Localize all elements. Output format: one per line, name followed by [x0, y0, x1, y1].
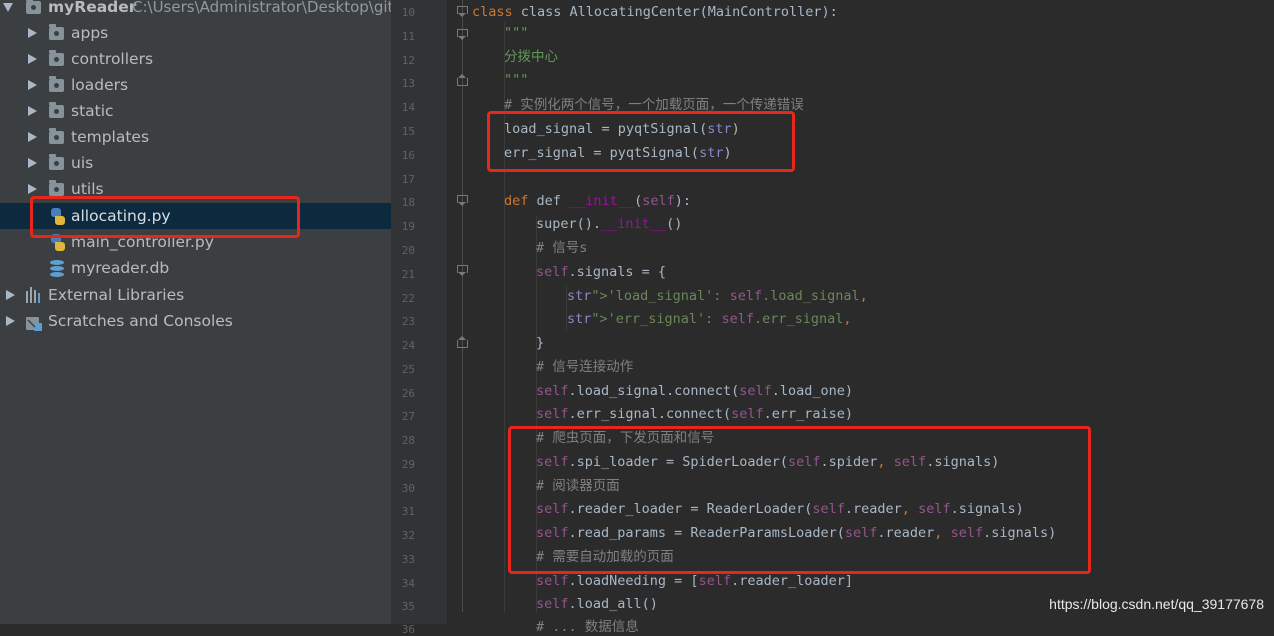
fold-icon[interactable]: [456, 194, 468, 206]
code-line: self.load_signal.connect(self.load_one): [536, 383, 853, 399]
line-number: 11: [401, 30, 415, 43]
line-number: 18: [401, 196, 415, 209]
line-number: 23: [401, 315, 415, 328]
line-number: 14: [401, 101, 415, 114]
tree-item-static[interactable]: static: [0, 98, 391, 124]
tree-item-label: myreader.db: [71, 259, 170, 277]
highlight-box-file: [30, 196, 300, 238]
line-number: 21: [401, 268, 415, 281]
watermark: https://blog.csdn.net/qq_39177678: [1049, 596, 1264, 612]
code-line: super().__init__(): [536, 216, 683, 232]
tree-item-templates[interactable]: templates: [0, 124, 391, 150]
tree-item-label: uis: [71, 154, 94, 172]
chevron-right-icon[interactable]: [4, 282, 16, 308]
fold-icon[interactable]: [456, 28, 468, 40]
folder-icon: [49, 102, 64, 118]
line-number: 34: [401, 577, 415, 590]
fold-end-icon[interactable]: [456, 74, 468, 86]
code-line: # ... 数据信息: [536, 619, 639, 635]
chevron-right-icon[interactable]: [26, 150, 38, 176]
folder-icon: [49, 154, 64, 170]
tree-item-myreader-db[interactable]: myreader.db: [0, 255, 391, 281]
line-number: 27: [401, 410, 415, 423]
fold-icon[interactable]: [456, 264, 468, 276]
line-number: 24: [401, 339, 415, 352]
tree-item-label: Scratches and Consoles: [48, 312, 233, 330]
code-line: """: [504, 25, 529, 41]
highlight-box-signals: [487, 111, 795, 172]
line-number: 22: [401, 292, 415, 305]
line-number: 16: [401, 149, 415, 162]
code-line: 分拨中心: [504, 49, 558, 65]
tree-root-path: C:\Users\Administrator\Desktop\git: [132, 0, 391, 16]
line-number: 28: [401, 434, 415, 447]
fold-icon[interactable]: [456, 5, 468, 17]
scratches-icon: [26, 313, 42, 331]
line-number: 33: [401, 553, 415, 566]
chevron-right-icon[interactable]: [26, 20, 38, 46]
code-line: class class AllocatingCenter(MainControl…: [472, 4, 838, 20]
code-line: # 信号连接动作: [536, 359, 634, 375]
tree-item-external-libraries[interactable]: External Libraries: [0, 282, 391, 308]
folder-icon: [49, 128, 64, 144]
project-tree-panel: myReader C:\Users\Administrator\Desktop\…: [0, 0, 391, 624]
tree-root-label: myReader: [48, 0, 137, 16]
chevron-down-icon[interactable]: [3, 0, 15, 20]
line-number: 36: [401, 623, 415, 636]
code-line: """: [504, 72, 529, 88]
folder-icon: [49, 50, 64, 66]
code-line: def def __init__(self):: [504, 193, 691, 209]
line-number: 25: [401, 363, 415, 376]
line-number: 32: [401, 529, 415, 542]
tree-item-controllers[interactable]: controllers: [0, 46, 391, 72]
code-line: self.load_all(): [536, 596, 658, 612]
line-number: 17: [401, 173, 415, 186]
chevron-right-icon[interactable]: [4, 308, 16, 334]
folder-icon: [49, 76, 64, 92]
line-number: 29: [401, 458, 415, 471]
tree-item-label: controllers: [71, 50, 154, 68]
tree-item-loaders[interactable]: loaders: [0, 72, 391, 98]
folder-icon: [49, 24, 64, 40]
chevron-right-icon[interactable]: [26, 98, 38, 124]
line-number: 20: [401, 244, 415, 257]
code-line: self.err_signal.connect(self.err_raise): [536, 406, 853, 422]
highlight-box-loaders: [508, 426, 1091, 574]
line-number: 19: [401, 220, 415, 233]
chevron-right-icon[interactable]: [26, 46, 38, 72]
code-line: str">'err_signal': self.err_signal,: [567, 311, 852, 327]
gutter-separator: [462, 0, 463, 612]
line-number: 35: [401, 600, 415, 613]
tree-item-label: templates: [71, 128, 150, 146]
line-number: 10: [401, 6, 415, 19]
line-number: 13: [401, 77, 415, 90]
fold-end-icon[interactable]: [456, 336, 468, 348]
line-number: 26: [401, 387, 415, 400]
folder-icon: [49, 180, 64, 196]
tree-item-apps[interactable]: apps: [0, 20, 391, 46]
line-number: 12: [401, 54, 415, 67]
tree-item-scratches-consoles[interactable]: Scratches and Consoles: [0, 308, 391, 334]
code-line: str">'load_signal': self.load_signal,: [567, 288, 868, 304]
code-line: }: [536, 335, 545, 351]
tree-item-label: External Libraries: [48, 286, 185, 304]
code-line: self.signals = {: [536, 264, 667, 280]
code-line: # 信号s: [536, 240, 588, 256]
database-icon: [50, 260, 64, 277]
library-icon: [26, 287, 42, 303]
chevron-right-icon[interactable]: [26, 72, 38, 98]
tree-item-uis[interactable]: uis: [0, 150, 391, 176]
tree-root-myreader[interactable]: myReader C:\Users\Administrator\Desktop\…: [0, 0, 391, 20]
tree-item-label: loaders: [71, 76, 129, 94]
tree-item-label: static: [71, 102, 114, 120]
code-line: self.loadNeeding = [self.reader_loader]: [536, 573, 853, 589]
line-number: 30: [401, 482, 415, 495]
tree-item-label: apps: [71, 24, 109, 42]
line-number: 31: [401, 505, 415, 518]
chevron-right-icon[interactable]: [26, 124, 38, 150]
folder-icon: [26, 0, 41, 14]
line-number: 15: [401, 125, 415, 138]
